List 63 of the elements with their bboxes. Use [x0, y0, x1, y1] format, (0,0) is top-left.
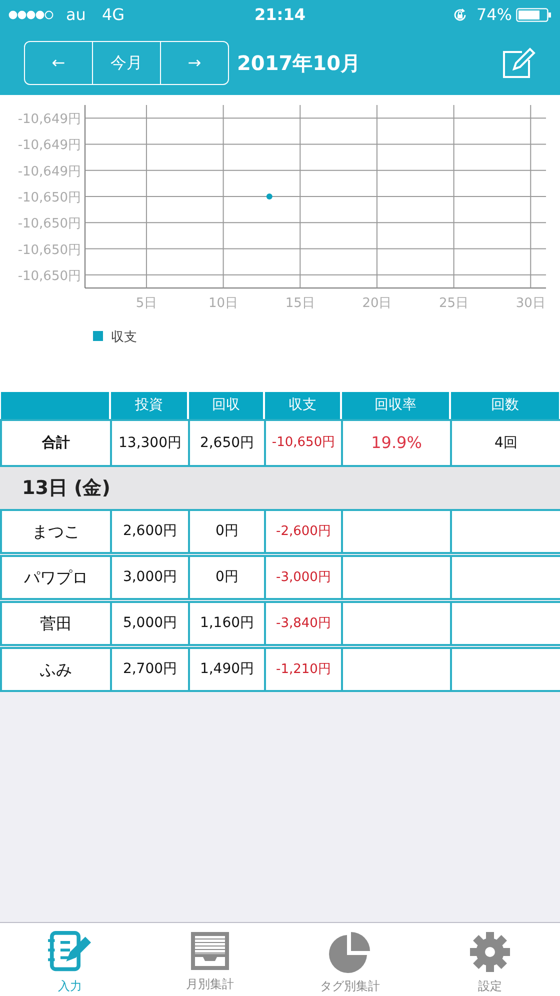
table-cell: -3,000円 — [266, 557, 341, 598]
signal-icon — [8, 10, 54, 20]
next-month-button[interactable]: → — [161, 42, 228, 84]
pie-chart-icon — [329, 931, 371, 973]
table-cell: 4回 — [452, 421, 560, 465]
table-cell: 3,000円 — [112, 557, 188, 598]
table-cell: 2,650円 — [190, 421, 264, 465]
table-cell: 5,000円 — [112, 603, 188, 644]
table-cell: 0円 — [190, 511, 264, 552]
y-tick-label: -10,650円 — [18, 216, 81, 232]
tab-item[interactable]: 設定 — [420, 923, 560, 996]
x-tick-label: 30日 — [516, 296, 546, 311]
table-cell: 2,700円 — [112, 649, 188, 690]
x-tick-label: 15日 — [285, 296, 315, 311]
table-cell: -10,650円 — [266, 421, 341, 465]
column-header: 回収 — [189, 392, 263, 419]
y-tick-label: -10,650円 — [18, 190, 81, 206]
tray-list-icon — [190, 931, 230, 971]
table-cell: パワプロ — [2, 557, 110, 598]
y-tick-label: -10,649円 — [18, 164, 81, 180]
x-tick-label: 10日 — [208, 296, 238, 311]
y-tick-label: -10,649円 — [18, 112, 81, 128]
status-time: 21:14 — [254, 4, 306, 26]
tab-item[interactable]: 入力 — [0, 923, 140, 996]
table-cell: 菅田 — [2, 603, 110, 644]
column-header: 回数 — [451, 392, 559, 419]
carrier-name: au — [66, 4, 86, 26]
previous-month-button[interactable]: ← — [25, 42, 93, 84]
battery-percent: 74% — [476, 4, 512, 26]
table-cell: -1,210円 — [266, 649, 341, 690]
month-title: 2017年10月 — [237, 50, 362, 76]
tab-item[interactable]: 月別集計 — [140, 923, 280, 996]
table-cell: 合計 — [2, 421, 110, 465]
legend-label: 収支 — [111, 330, 137, 345]
column-header: 収支 — [265, 392, 340, 419]
table-cell: まつこ — [2, 511, 110, 552]
table-cell: 0円 — [190, 557, 264, 598]
y-tick-label: -10,650円 — [18, 242, 81, 258]
table-cell: -3,840円 — [266, 603, 341, 644]
table-cell: 2,600円 — [112, 511, 188, 552]
column-header: 投資 — [111, 392, 187, 419]
column-header: 回収率 — [342, 392, 449, 419]
battery-icon — [516, 8, 552, 22]
table-cell: 1,160円 — [190, 603, 264, 644]
edit-button[interactable] — [502, 46, 536, 78]
table-cell: 19.9% — [343, 421, 450, 465]
table-cell: -2,600円 — [266, 511, 341, 552]
settings-icon — [469, 931, 511, 973]
rotation-lock-icon — [452, 7, 468, 23]
x-tick-label: 25日 — [439, 296, 469, 311]
network-type: 4G — [102, 4, 125, 26]
date-header: 13日 (金) — [0, 467, 560, 509]
y-tick-label: -10,650円 — [18, 268, 81, 284]
y-tick-label: -10,649円 — [18, 138, 81, 154]
table-cell: ふみ — [2, 649, 110, 690]
table-cell: 1,490円 — [190, 649, 264, 690]
x-tick-label: 20日 — [362, 296, 392, 311]
data-point — [266, 194, 272, 200]
notebook-pen-icon — [46, 931, 94, 973]
current-month-button[interactable]: 今月 — [93, 42, 161, 84]
x-tick-label: 5日 — [136, 296, 158, 311]
table-cell: 13,300円 — [112, 421, 188, 465]
tab-item[interactable]: タグ別集計 — [280, 923, 420, 996]
